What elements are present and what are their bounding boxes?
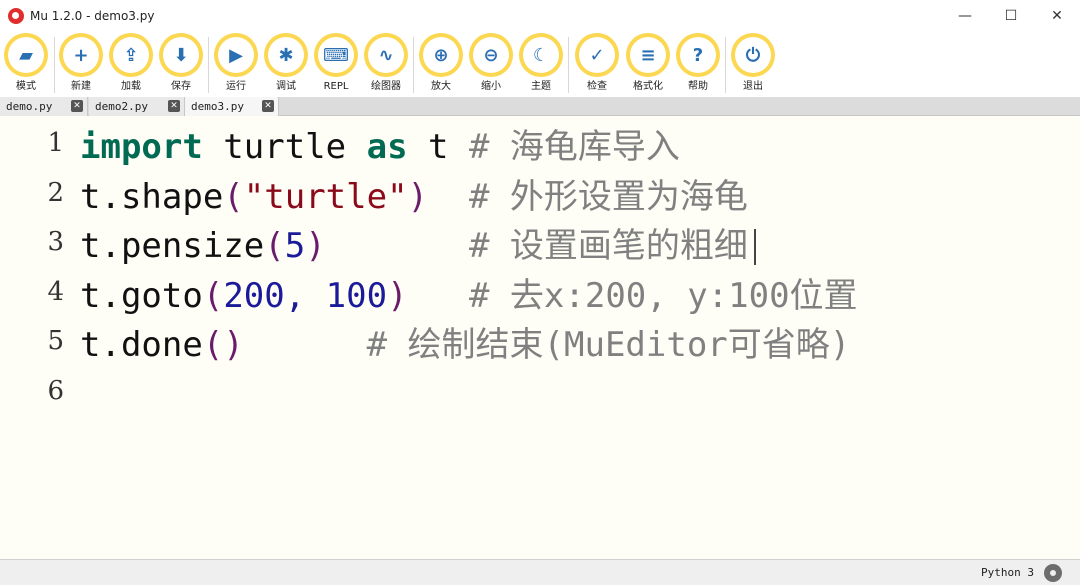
- zoom-out-button[interactable]: ⊖ 缩小: [465, 33, 517, 95]
- window-controls: — ☐ ✕: [942, 0, 1080, 31]
- load-label: 加载: [121, 81, 141, 92]
- thumbs-up-icon: ✓: [579, 37, 615, 73]
- mode-button[interactable]: ▰ 模式: [0, 33, 52, 95]
- help-label: 帮助: [688, 81, 708, 92]
- save-button[interactable]: ⬇ 保存: [155, 33, 207, 95]
- repl-button[interactable]: ⌨ REPL: [310, 33, 362, 95]
- tab-bar: demo.py ✕ demo2.py ✕ demo3.py ✕: [0, 97, 1080, 116]
- line-number: 1: [47, 128, 64, 158]
- text-cursor: [753, 229, 756, 265]
- lines-icon: ≡: [630, 37, 666, 73]
- code-text: t.done() # 绘制结束(MuEditor可省略): [80, 324, 851, 365]
- gear-icon[interactable]: [1044, 564, 1062, 582]
- zoom-in-label: 放大: [431, 81, 451, 92]
- close-icon[interactable]: ✕: [168, 100, 180, 112]
- tab-demo2[interactable]: demo2.py ✕: [89, 97, 185, 116]
- python-mode-label: Python 3: [981, 566, 1034, 579]
- save-label: 保存: [171, 81, 191, 92]
- line-number: 5: [47, 326, 64, 356]
- plotter-button[interactable]: ∿ 绘图器: [360, 33, 412, 95]
- tab-label: demo3.py: [191, 100, 244, 113]
- mu-logo-icon: [8, 7, 24, 24]
- repl-label: REPL: [323, 81, 349, 92]
- mode-label: 模式: [16, 81, 36, 92]
- quit-button[interactable]: ⏻ 退出: [727, 33, 779, 95]
- code-text: import turtle as t # 海龟库导入: [80, 126, 680, 167]
- zoom-out-icon: ⊖: [473, 37, 509, 73]
- line-number: 4: [47, 277, 64, 307]
- line-number: 6: [47, 376, 64, 406]
- new-label: 新建: [71, 81, 91, 92]
- line-number: 2: [47, 178, 64, 208]
- tab-demo[interactable]: demo.py ✕: [0, 97, 88, 116]
- toolbar-divider: [413, 37, 414, 93]
- power-icon: ⏻: [735, 37, 771, 73]
- download-icon: ⬇: [163, 37, 199, 73]
- line-number: 3: [47, 227, 64, 257]
- toolbar: ▰ 模式 + 新建 ⇪ 加载 ⬇ 保存 ▶ 运行 ✱ 调试 ⌨ REPL ∿ 绘…: [0, 31, 1080, 97]
- moon-icon: ☾: [523, 37, 559, 73]
- bug-icon: ✱: [268, 37, 304, 73]
- check-button[interactable]: ✓ 检查: [571, 33, 623, 95]
- check-label: 检查: [587, 81, 607, 92]
- debug-button[interactable]: ✱ 调试: [260, 33, 312, 95]
- run-label: 运行: [226, 81, 246, 92]
- tidy-button[interactable]: ≡ 格式化: [622, 33, 674, 95]
- toolbar-divider: [725, 37, 726, 93]
- help-button[interactable]: ? 帮助: [672, 33, 724, 95]
- play-icon: ▶: [218, 37, 254, 73]
- maximize-button[interactable]: ☐: [988, 0, 1034, 31]
- window-title: Mu 1.2.0 - demo3.py: [30, 8, 155, 23]
- close-icon[interactable]: ✕: [71, 100, 83, 112]
- toolbar-divider: [208, 37, 209, 93]
- toolbar-divider: [568, 37, 569, 93]
- title-bar: Mu 1.2.0 - demo3.py — ☐ ✕: [0, 0, 1080, 31]
- zoom-out-label: 缩小: [481, 81, 501, 92]
- keyboard-icon: ⌨: [318, 37, 354, 73]
- code-text: t.pensize(5) # 设置画笔的粗细: [80, 218, 756, 267]
- quit-label: 退出: [743, 81, 763, 92]
- plus-icon: +: [63, 37, 99, 73]
- question-icon: ?: [680, 37, 716, 73]
- tab-label: demo.py: [6, 100, 53, 113]
- minimize-button[interactable]: —: [942, 0, 988, 31]
- tab-label: demo2.py: [95, 100, 148, 113]
- debug-label: 调试: [276, 81, 296, 92]
- load-button[interactable]: ⇪ 加载: [105, 33, 157, 95]
- theme-button[interactable]: ☾ 主题: [515, 33, 567, 95]
- code-text: t.goto(200, 100) # 去x:200, y:100位置: [80, 275, 858, 316]
- status-bar: Python 3: [0, 559, 1080, 585]
- zoom-in-button[interactable]: ⊕ 放大: [415, 33, 467, 95]
- pulse-icon: ∿: [368, 37, 404, 73]
- tab-demo3[interactable]: demo3.py ✕: [185, 97, 279, 116]
- code-text: t.shape("turtle") # 外形设置为海龟: [80, 176, 748, 217]
- code-editor[interactable]: 1 import turtle as t # 海龟库导入 2 t.shape("…: [0, 116, 1080, 559]
- tidy-label: 格式化: [633, 81, 663, 92]
- mode-icon: ▰: [8, 37, 44, 73]
- close-icon[interactable]: ✕: [262, 100, 274, 112]
- close-button[interactable]: ✕: [1034, 0, 1080, 31]
- run-button[interactable]: ▶ 运行: [210, 33, 262, 95]
- theme-label: 主题: [531, 81, 551, 92]
- zoom-in-icon: ⊕: [423, 37, 459, 73]
- upload-icon: ⇪: [113, 37, 149, 73]
- new-button[interactable]: + 新建: [55, 33, 107, 95]
- plotter-label: 绘图器: [371, 81, 401, 92]
